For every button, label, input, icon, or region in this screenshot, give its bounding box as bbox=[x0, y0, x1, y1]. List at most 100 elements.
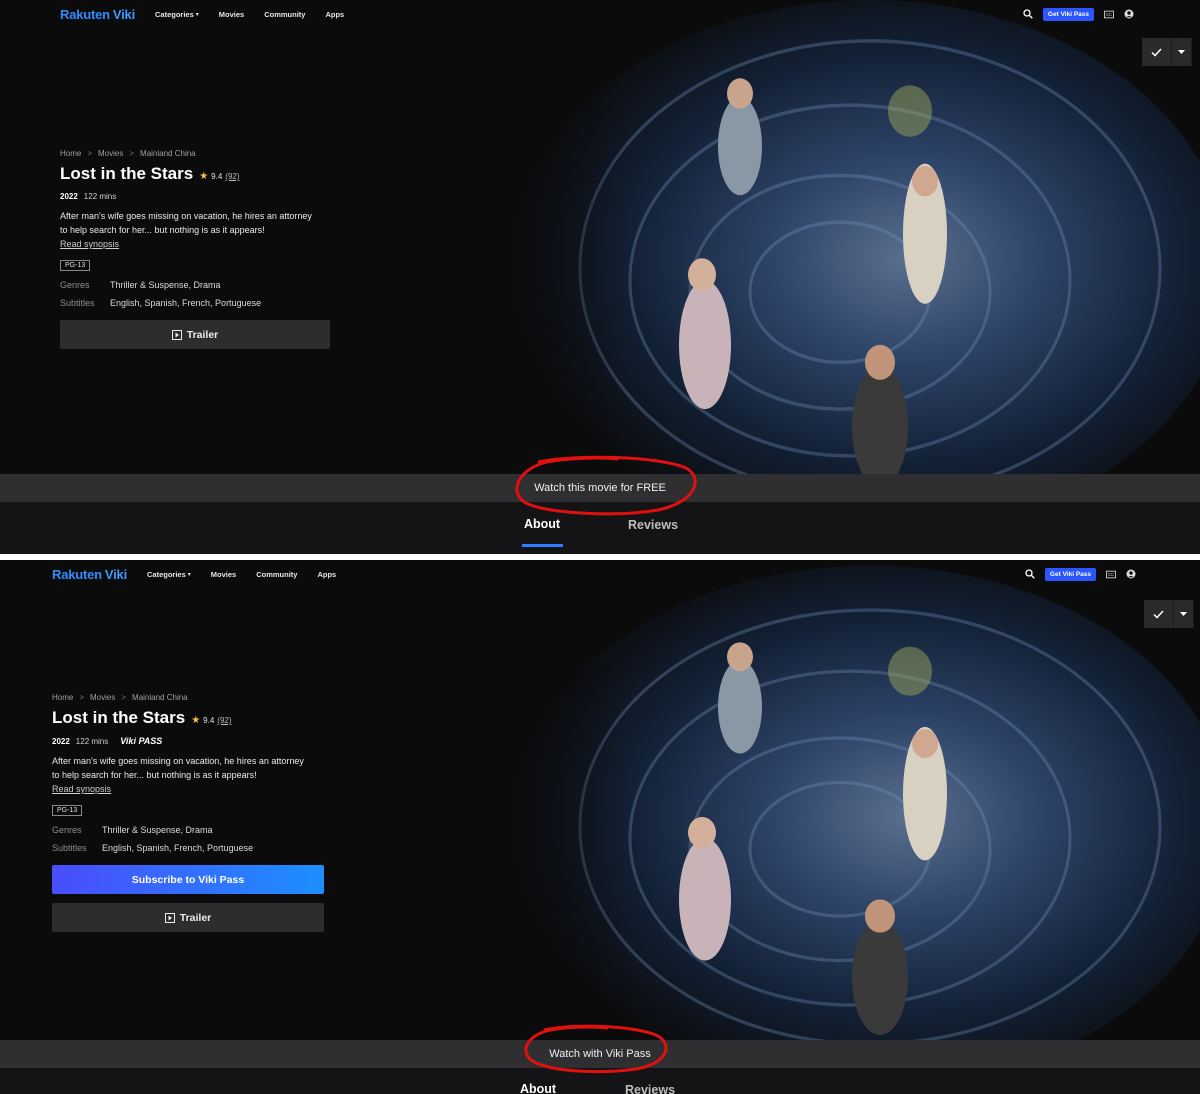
nav-community[interactable]: Community bbox=[264, 10, 305, 19]
star-icon: ★ bbox=[199, 171, 209, 182]
subtitles-value: English, Spanish, French, Portuguese bbox=[102, 843, 254, 853]
add-to-watchlist-check-icon[interactable] bbox=[1144, 600, 1174, 628]
blurb-line: After man's wife goes missing on vacatio… bbox=[52, 756, 304, 766]
duration: 122 mins bbox=[83, 192, 117, 201]
closed-caption-icon[interactable]: CC bbox=[1106, 569, 1116, 579]
breadcrumb-movies[interactable]: Movies bbox=[90, 693, 115, 702]
movie-details: Home > Movies > Mainland China Lost in t… bbox=[52, 693, 352, 932]
breadcrumb-home[interactable]: Home bbox=[60, 149, 81, 158]
trailer-icon bbox=[171, 329, 182, 340]
release-year: 2022 bbox=[60, 192, 78, 201]
nav-movies[interactable]: Movies bbox=[219, 10, 244, 19]
breadcrumb-separator: > bbox=[79, 693, 85, 702]
logo-brand-b: Viki bbox=[104, 566, 127, 582]
tab-reviews[interactable]: Reviews bbox=[628, 518, 678, 532]
genres-label: Genres bbox=[52, 825, 82, 835]
movie-meta: 2022 122 mins Viki PASS bbox=[52, 736, 352, 746]
rating-count[interactable]: (92) bbox=[217, 716, 231, 725]
svg-text:CC: CC bbox=[1108, 572, 1114, 577]
subscribe-viki-pass-button[interactable]: Subscribe to Viki Pass bbox=[52, 865, 324, 894]
nav-movies[interactable]: Movies bbox=[211, 570, 236, 579]
watchlist-dropdown-caret-icon[interactable] bbox=[1174, 600, 1194, 628]
read-synopsis-link[interactable]: Read synopsis bbox=[60, 237, 119, 251]
read-synopsis-link[interactable]: Read synopsis bbox=[52, 782, 111, 796]
rating-value: 9.4 bbox=[203, 716, 215, 725]
watchlist-controls bbox=[1142, 38, 1192, 66]
breadcrumb-separator: > bbox=[129, 149, 135, 158]
blurb-line: to help search for her... but nothing is… bbox=[60, 225, 265, 235]
movie-blurb: After man's wife goes missing on vacatio… bbox=[52, 754, 352, 796]
closed-caption-icon[interactable]: CC bbox=[1104, 9, 1114, 19]
detail-tabs: About Reviews bbox=[0, 502, 1200, 554]
subtitles-row: Subtitles English, Spanish, French, Port… bbox=[60, 298, 360, 308]
breadcrumb-mainland-china[interactable]: Mainland China bbox=[132, 693, 188, 702]
subtitles-value: English, Spanish, French, Portuguese bbox=[110, 298, 262, 308]
movie-title: Lost in the Stars bbox=[60, 164, 194, 183]
top-nav: Rakuten Viki Categories ▾ Movies Communit… bbox=[0, 560, 1200, 588]
nav-apps[interactable]: Apps bbox=[317, 570, 336, 579]
get-viki-pass-button[interactable]: Get Viki Pass bbox=[1044, 567, 1096, 581]
star-icon: ★ bbox=[191, 715, 201, 726]
nav-categories[interactable]: Categories ▾ bbox=[155, 10, 199, 19]
user-account-icon[interactable] bbox=[1124, 9, 1134, 19]
title-row: Lost in the Stars ★ 9.4 (92) bbox=[60, 164, 360, 184]
movie-details: Home > Movies > Mainland China Lost in t… bbox=[60, 149, 360, 349]
genres-value: Thriller & Suspense, Drama bbox=[102, 825, 213, 835]
watch-with-viki-pass-banner[interactable]: Watch with Viki Pass bbox=[0, 1040, 1200, 1068]
rakuten-viki-logo[interactable]: Rakuten Viki bbox=[60, 7, 135, 22]
blurb-line: to help search for her... but nothing is… bbox=[52, 770, 257, 780]
breadcrumb: Home > Movies > Mainland China bbox=[60, 149, 360, 158]
tab-about[interactable]: About bbox=[520, 1082, 556, 1094]
content-rating-badge: PG-13 bbox=[52, 805, 83, 816]
search-icon[interactable] bbox=[1023, 9, 1033, 19]
movie-title: Lost in the Stars bbox=[52, 708, 186, 727]
add-to-watchlist-check-icon[interactable] bbox=[1142, 38, 1172, 66]
caret-down-icon: ▾ bbox=[195, 11, 199, 18]
watchlist-controls bbox=[1144, 600, 1194, 628]
nav-categories-label: Categories bbox=[146, 569, 186, 579]
subtitles-label: Subtitles bbox=[52, 843, 87, 853]
breadcrumb-movies[interactable]: Movies bbox=[98, 149, 123, 158]
nav-apps[interactable]: Apps bbox=[325, 10, 344, 19]
movie-blurb: After man's wife goes missing on vacatio… bbox=[60, 209, 360, 251]
get-viki-pass-button[interactable]: Get Viki Pass bbox=[1042, 7, 1094, 21]
logo-brand-b: Viki bbox=[112, 6, 135, 22]
breadcrumb-home[interactable]: Home bbox=[52, 693, 73, 702]
rating-count[interactable]: (92) bbox=[225, 172, 239, 181]
logo-brand-a: Rakuten bbox=[52, 566, 102, 582]
top-nav: Rakuten Viki Categories ▾ Movies Communit… bbox=[0, 0, 1200, 28]
rating: ★ 9.4 (92) bbox=[199, 171, 239, 182]
subtitles-row: Subtitles English, Spanish, French, Port… bbox=[52, 843, 352, 853]
screenshot-viki-pass: Rakuten Viki Categories ▾ Movies Communit… bbox=[0, 560, 1200, 1094]
blurb-line: After man's wife goes missing on vacatio… bbox=[60, 211, 312, 221]
active-tab-indicator bbox=[522, 544, 563, 547]
user-account-icon[interactable] bbox=[1126, 569, 1136, 579]
genres-row: Genres Thriller & Suspense, Drama bbox=[52, 825, 352, 835]
nav-right: Get Viki Pass CC bbox=[1025, 560, 1136, 588]
breadcrumb: Home > Movies > Mainland China bbox=[52, 693, 352, 702]
rakuten-viki-logo[interactable]: Rakuten Viki bbox=[52, 567, 127, 582]
content-rating-badge: PG-13 bbox=[60, 260, 91, 271]
breadcrumb-mainland-china[interactable]: Mainland China bbox=[140, 149, 196, 158]
trailer-button[interactable]: Trailer bbox=[60, 320, 330, 349]
logo-brand-a: Rakuten bbox=[60, 6, 110, 22]
nav-categories[interactable]: Categories ▾ bbox=[147, 570, 191, 579]
trailer-button-label: Trailer bbox=[186, 328, 219, 341]
genres-label: Genres bbox=[60, 280, 90, 290]
rating-value: 9.4 bbox=[211, 172, 223, 181]
trailer-button[interactable]: Trailer bbox=[52, 903, 324, 932]
genres-value: Thriller & Suspense, Drama bbox=[110, 280, 221, 290]
tab-reviews[interactable]: Reviews bbox=[625, 1083, 675, 1094]
watch-free-banner[interactable]: Watch this movie for FREE bbox=[0, 474, 1200, 502]
nav-community[interactable]: Community bbox=[256, 570, 297, 579]
screenshot-free: Rakuten Viki Categories ▾ Movies Communit… bbox=[0, 0, 1200, 554]
caret-down-icon: ▾ bbox=[187, 571, 191, 578]
rating: ★ 9.4 (92) bbox=[191, 715, 231, 726]
watchlist-dropdown-caret-icon[interactable] bbox=[1172, 38, 1192, 66]
search-icon[interactable] bbox=[1025, 569, 1035, 579]
nav-right: Get Viki Pass CC bbox=[1023, 0, 1134, 28]
svg-text:CC: CC bbox=[1106, 12, 1112, 17]
breadcrumb-separator: > bbox=[121, 693, 127, 702]
tab-about[interactable]: About bbox=[524, 517, 560, 531]
hero-poster-image bbox=[440, 0, 1200, 554]
